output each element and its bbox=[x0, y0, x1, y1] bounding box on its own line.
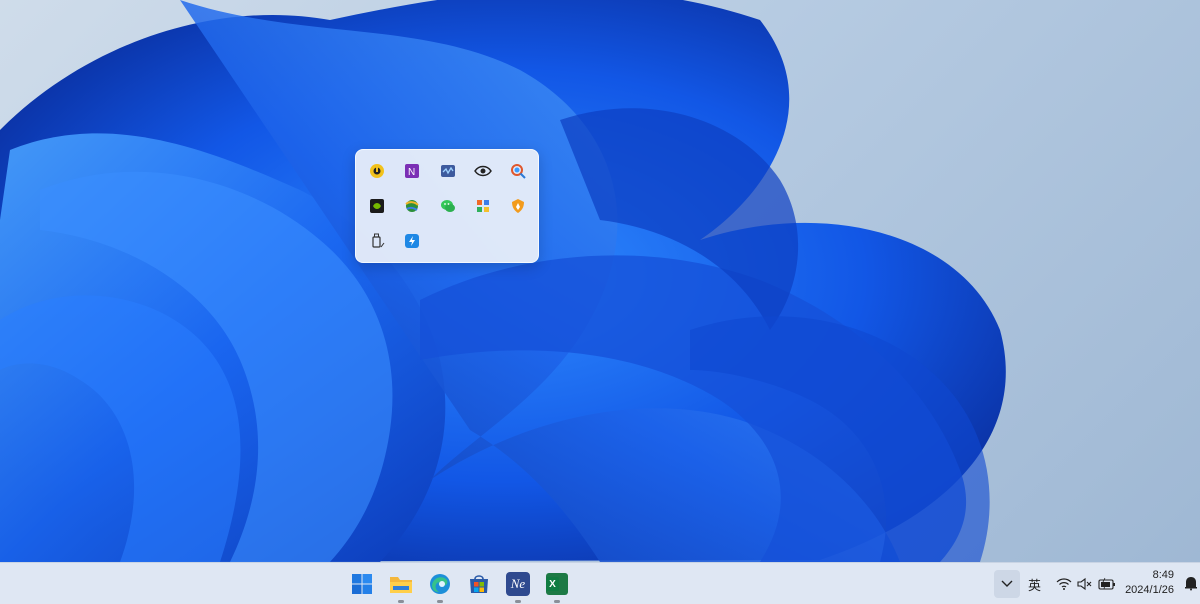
globe-sync-icon[interactable] bbox=[401, 195, 423, 217]
eye-icon[interactable] bbox=[472, 160, 494, 182]
running-indicator bbox=[554, 600, 560, 603]
wechat-icon[interactable] bbox=[437, 195, 459, 217]
magnifier-search-icon[interactable] bbox=[507, 160, 529, 182]
nvidia-icon[interactable] bbox=[366, 195, 388, 217]
folder-icon bbox=[390, 577, 412, 593]
svg-text:N: N bbox=[408, 167, 415, 178]
chevron-down-icon bbox=[1001, 580, 1013, 587]
taskbar: Ne X 英 8:49 2024/1/26 bbox=[0, 562, 1200, 604]
store-icon bbox=[470, 575, 488, 593]
excel-label: X bbox=[549, 578, 556, 590]
hidden-icons-flyout: N bbox=[355, 149, 539, 263]
running-indicator bbox=[398, 600, 404, 603]
file-explorer-button[interactable] bbox=[385, 568, 417, 603]
grid-app-icon[interactable] bbox=[472, 195, 494, 217]
ne-app-label: Ne bbox=[510, 576, 526, 591]
windows-start-icon bbox=[352, 574, 372, 594]
running-indicator bbox=[515, 600, 521, 603]
excel-icon: X bbox=[546, 573, 568, 595]
quick-share-icon[interactable] bbox=[401, 230, 423, 252]
bloom-wallpaper-graphic bbox=[0, 0, 1006, 562]
clock-time[interactable]: 8:49 bbox=[1084, 569, 1174, 581]
start-button[interactable] bbox=[346, 568, 378, 600]
show-hidden-icons-button[interactable] bbox=[994, 570, 1020, 598]
microsoft-store-button[interactable] bbox=[463, 568, 495, 600]
ne-app-button[interactable]: Ne bbox=[502, 568, 534, 603]
onenote-icon[interactable]: N bbox=[401, 160, 423, 182]
running-indicator bbox=[437, 600, 443, 603]
notification-center-icon[interactable] bbox=[1183, 575, 1199, 595]
usb-drive-icon[interactable] bbox=[366, 230, 388, 252]
audio-monitor-icon[interactable] bbox=[437, 160, 459, 182]
desktop-wallpaper: N bbox=[0, 0, 1200, 562]
security-shield-icon[interactable] bbox=[507, 195, 529, 217]
screen-recorder-icon[interactable] bbox=[366, 160, 388, 182]
edge-button[interactable] bbox=[424, 568, 456, 603]
clock-date[interactable]: 2024/1/26 bbox=[1084, 584, 1174, 596]
edge-icon bbox=[430, 574, 450, 594]
wifi-icon[interactable] bbox=[1056, 576, 1072, 595]
input-language-indicator[interactable]: 英 bbox=[1028, 575, 1041, 594]
excel-button[interactable]: X bbox=[541, 568, 573, 603]
ne-app-icon: Ne bbox=[506, 572, 530, 596]
